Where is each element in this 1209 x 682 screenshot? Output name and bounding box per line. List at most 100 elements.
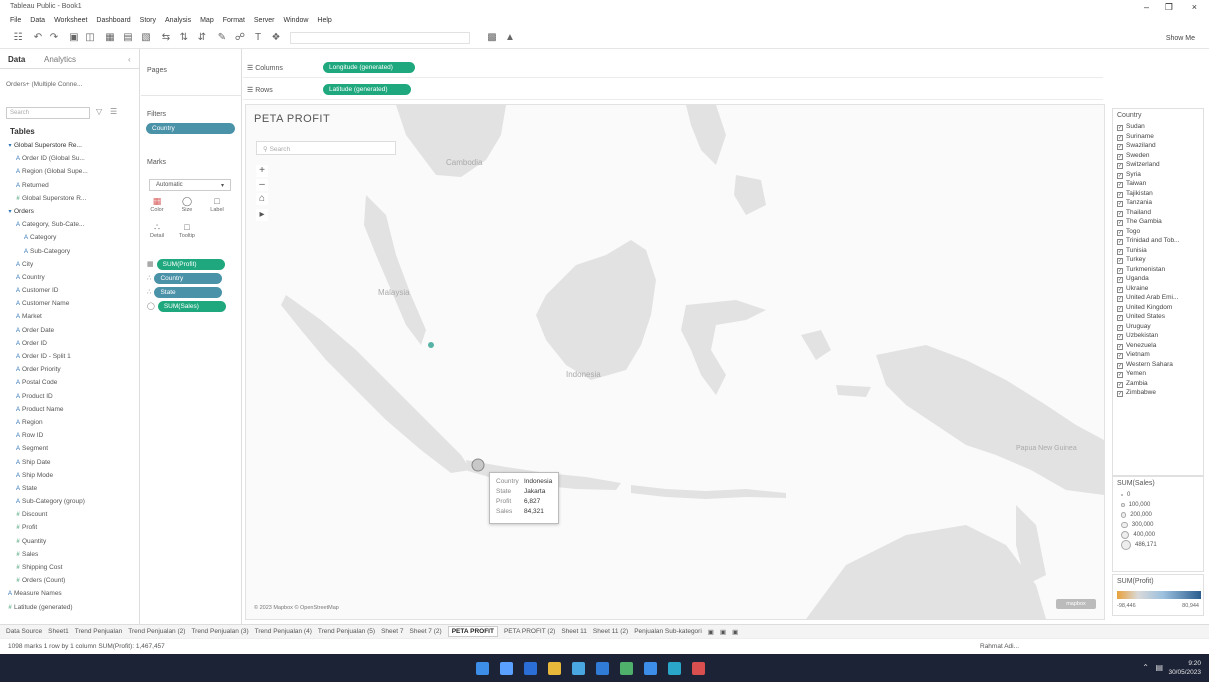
taskbar-app-icon[interactable] xyxy=(668,662,681,675)
country-legend-item[interactable]: ✓ Yemen xyxy=(1117,369,1203,379)
field-item[interactable]: A Country xyxy=(6,271,134,284)
checkbox-checked-icon[interactable]: ✓ xyxy=(1117,343,1123,350)
checkbox-checked-icon[interactable]: ✓ xyxy=(1117,372,1123,378)
fit-dropdown[interactable] xyxy=(290,32,470,44)
checkbox-checked-icon[interactable]: ✓ xyxy=(1117,353,1123,359)
new-worksheet-icon[interactable]: ▦ xyxy=(104,32,116,44)
field-item[interactable]: A Order ID - Split 1 xyxy=(6,350,134,363)
filter-pill-country[interactable]: Country xyxy=(146,123,235,134)
taskbar-app-icon[interactable] xyxy=(644,662,657,675)
field-item[interactable]: A Category xyxy=(6,231,134,244)
field-item[interactable]: A Measure Names xyxy=(6,587,134,600)
minimize-pane-icon[interactable]: ‹ xyxy=(128,55,131,64)
sheet-tab[interactable]: Trend Penjualan (2) xyxy=(128,628,185,635)
mark-pill[interactable]: State xyxy=(154,286,223,298)
field-item[interactable]: A Order ID xyxy=(6,337,134,350)
checkbox-checked-icon[interactable]: ✓ xyxy=(1117,182,1123,188)
checkbox-checked-icon[interactable]: ✓ xyxy=(1117,239,1123,245)
field-item[interactable]: # Quantity xyxy=(6,535,134,548)
network-icon[interactable]: ▤ xyxy=(1155,663,1163,672)
taskbar-app-icon[interactable] xyxy=(596,662,609,675)
country-legend-item[interactable]: ✓ Thailand xyxy=(1117,208,1203,218)
taskbar-app-icon[interactable] xyxy=(524,662,537,675)
field-item[interactable]: A Segment xyxy=(6,442,134,455)
taskbar-app-icon[interactable] xyxy=(548,662,561,675)
sort-ascending-icon[interactable]: ⇅ xyxy=(178,32,190,44)
sheet-tab[interactable]: Sheet 7 xyxy=(381,628,403,635)
sheet-tab[interactable]: Trend Penjualan (5) xyxy=(318,628,375,635)
zoom-in-icon[interactable]: + xyxy=(256,165,268,177)
checkbox-checked-icon[interactable]: ✓ xyxy=(1117,381,1123,388)
field-item[interactable]: A Sub-Category (group) xyxy=(6,495,134,508)
menu-item-data[interactable]: Data xyxy=(30,17,45,24)
field-item[interactable]: A Customer ID xyxy=(6,284,134,297)
country-legend-item[interactable]: ✓ United Kingdom xyxy=(1117,303,1203,313)
sheet-tab[interactable]: Trend Penjualan (4) xyxy=(255,628,312,635)
label-icon[interactable]: T xyxy=(252,32,264,44)
field-item[interactable]: A Market xyxy=(6,310,134,323)
new-dashboard-icon[interactable]: ▣ xyxy=(720,628,726,636)
tooltip-button[interactable]: □ Tooltip xyxy=(177,221,197,243)
map-mark-point[interactable] xyxy=(428,342,434,348)
checkbox-checked-icon[interactable]: ✓ xyxy=(1117,191,1123,198)
minimize-icon[interactable]: – xyxy=(1144,2,1149,12)
save-icon[interactable]: ▣ xyxy=(68,32,80,44)
size-button[interactable]: ◯ Size xyxy=(177,195,197,217)
country-legend-item[interactable]: ✓ Tajikistan xyxy=(1117,189,1203,199)
mark-pill[interactable]: SUM(Profit) xyxy=(156,258,225,270)
country-legend-item[interactable]: ✓ Venezuela xyxy=(1117,341,1203,351)
field-item[interactable]: A Region xyxy=(6,416,134,429)
country-legend-item[interactable]: ✓ Taiwan xyxy=(1117,179,1203,189)
field-item[interactable]: A Row ID xyxy=(6,429,134,442)
field-item[interactable]: A Order ID (Global Su... xyxy=(6,152,134,165)
sheet-tab[interactable]: Trend Penjualan (3) xyxy=(191,628,248,635)
field-item[interactable]: A Sub-Category xyxy=(6,245,134,258)
country-legend-item[interactable]: ✓ Uruguay xyxy=(1117,322,1203,332)
sheet-tab[interactable]: PETA PROFIT xyxy=(447,626,498,637)
checkbox-checked-icon[interactable]: ✓ xyxy=(1117,134,1123,141)
new-story-icon[interactable]: ▣ xyxy=(732,628,738,636)
field-item[interactable]: A Category, Sub-Cate... xyxy=(6,218,134,231)
restore-icon[interactable]: ❐ xyxy=(1165,2,1173,13)
map-search-input[interactable]: ⚲ Search xyxy=(256,141,396,155)
map-canvas[interactable]: Cambodia Malaysia Indonesia Papua New Gu… xyxy=(246,105,1104,619)
checkbox-checked-icon[interactable]: ✓ xyxy=(1117,391,1123,397)
country-legend-item[interactable]: ✓ Togo xyxy=(1117,227,1203,237)
presentation-icon[interactable]: ▩ xyxy=(486,32,498,44)
home-icon[interactable]: ⌂ xyxy=(256,193,268,205)
label-button[interactable]: □ Label xyxy=(207,195,227,217)
country-legend-item[interactable]: ✓ Syria xyxy=(1117,170,1203,180)
columns-shelf[interactable]: ☰ Columns Longitude (generated) xyxy=(243,58,1103,78)
field-item[interactable]: # Profit xyxy=(6,521,134,534)
field-item[interactable]: A State xyxy=(6,482,134,495)
checkbox-checked-icon[interactable]: ✓ xyxy=(1117,229,1123,236)
field-item[interactable]: A Customer Name xyxy=(6,297,134,310)
field-item[interactable]: A Region (Global Supe... xyxy=(6,165,134,178)
field-item[interactable]: A Ship Mode xyxy=(6,469,134,482)
country-legend-item[interactable]: ✓ Sweden xyxy=(1117,151,1203,161)
field-item[interactable]: # Orders (Count) xyxy=(6,574,134,587)
field-item[interactable]: A Product ID xyxy=(6,390,134,403)
menu-item-dashboard[interactable]: Dashboard xyxy=(96,17,130,24)
checkbox-checked-icon[interactable]: ✓ xyxy=(1117,210,1123,217)
field-item[interactable]: # Discount xyxy=(6,508,134,521)
mark-type-dropdown[interactable]: Automatic ▾ xyxy=(149,179,231,191)
country-legend-item[interactable]: ✓ Zambia xyxy=(1117,379,1203,389)
country-legend-item[interactable]: ✓ The Gambia xyxy=(1117,217,1203,227)
table-item[interactable]: ▾ Orders xyxy=(6,205,134,218)
checkbox-checked-icon[interactable]: ✓ xyxy=(1117,163,1123,169)
sheet-tab[interactable]: Sheet 11 xyxy=(561,628,587,635)
show-me-button[interactable]: Show Me xyxy=(1166,35,1195,42)
user-menu[interactable]: Rahmat Adi... xyxy=(980,643,1019,650)
field-item[interactable]: A Order Date xyxy=(6,324,134,337)
new-datasource-icon[interactable]: ◫ xyxy=(84,32,96,44)
country-legend-item[interactable]: ✓ Western Sahara xyxy=(1117,360,1203,370)
country-legend-item[interactable]: ✓ Suriname xyxy=(1117,132,1203,142)
menu-item-analysis[interactable]: Analysis xyxy=(165,17,191,24)
country-legend-item[interactable]: ✓ Turkmenistan xyxy=(1117,265,1203,275)
swap-icon[interactable]: ⇆ xyxy=(160,32,172,44)
zoom-out-icon[interactable]: – xyxy=(256,179,268,191)
country-legend-item[interactable]: ✓ Tanzania xyxy=(1117,198,1203,208)
checkbox-checked-icon[interactable]: ✓ xyxy=(1117,248,1123,255)
country-legend-item[interactable]: ✓ United Arab Emi... xyxy=(1117,293,1203,303)
